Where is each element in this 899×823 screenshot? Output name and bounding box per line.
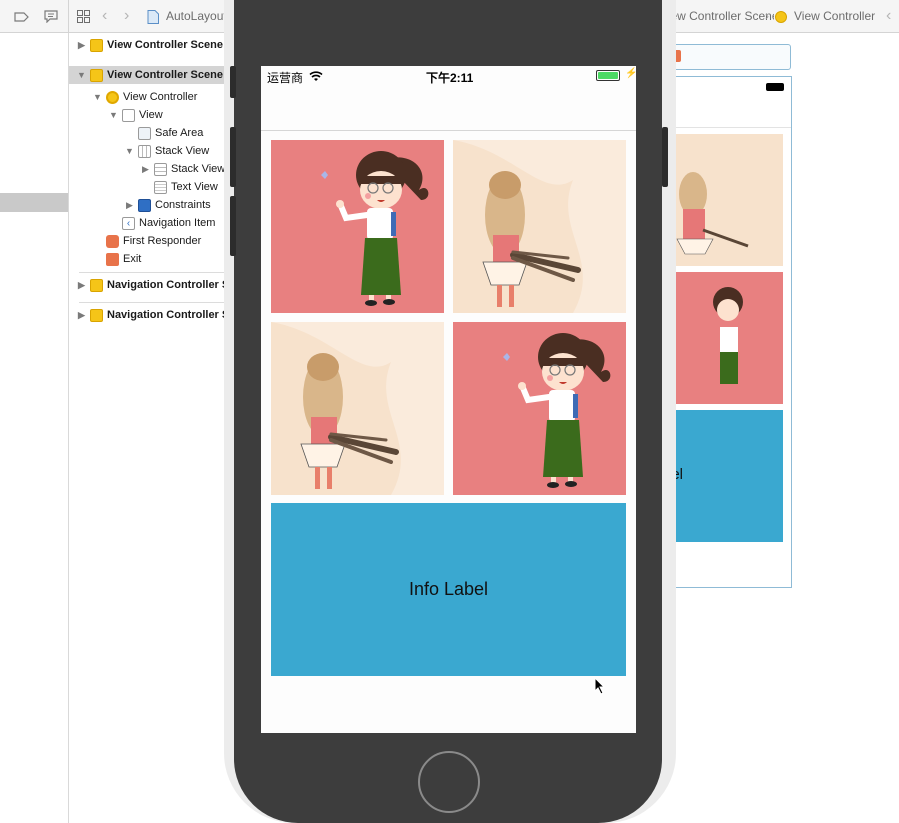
outline-row-view[interactable]: ▼ View <box>109 106 163 124</box>
first-responder-icon <box>106 234 119 248</box>
charging-icon: ⚡ <box>625 68 636 79</box>
back-chevron-icon[interactable]: ‹ <box>886 0 891 32</box>
battery-icon <box>766 83 784 91</box>
outline-row-scene-1[interactable]: ▶ View Controller Scene <box>77 36 223 54</box>
outline-label: View <box>139 109 163 121</box>
disclosure-triangle-icon[interactable]: ▶ <box>77 36 86 54</box>
scene-icon <box>90 38 103 52</box>
swift-file-icon <box>147 0 159 32</box>
wifi-icon <box>309 69 323 87</box>
background-device: M bel <box>662 76 792 588</box>
outline-label: Safe Area <box>155 127 204 139</box>
outline-label: Stack View <box>155 145 210 157</box>
text-view-icon <box>154 180 167 194</box>
left-gutter <box>0 0 69 823</box>
disclosure-triangle-icon[interactable]: ▼ <box>77 66 86 84</box>
background-image-cream <box>663 134 783 266</box>
view-controller-icon <box>106 90 119 104</box>
outline-row-exit[interactable]: Exit <box>102 250 141 268</box>
status-bar: 运营商 下午2:11 ⚡ <box>261 66 636 86</box>
comment-icon[interactable] <box>44 0 58 32</box>
status-time: 下午2:11 <box>426 71 474 85</box>
breadcrumb-separator-icon: › <box>765 9 769 23</box>
outline-row-nav-scene-2[interactable]: ▶ Navigation Controller S <box>77 306 229 324</box>
phone-side-button <box>230 127 236 187</box>
outline-label: Navigation Controller S <box>107 309 230 321</box>
scene-icon <box>90 68 103 82</box>
view-icon <box>122 108 135 122</box>
phone-side-button <box>662 127 668 187</box>
stack-view-icon <box>138 144 151 158</box>
phone-side-button <box>230 66 236 98</box>
mouse-cursor-icon <box>594 676 606 700</box>
background-info-label: bel <box>663 410 783 542</box>
phone-screen: 运营商 下午2:11 ⚡ Info Label <box>261 66 636 733</box>
phone-side-button <box>230 196 236 256</box>
outline-row-navigation-item[interactable]: ‹ Navigation Item <box>118 214 215 232</box>
breadcrumb-controller[interactable]: View Controller <box>794 0 875 32</box>
info-label-text: Info Label <box>408 579 489 599</box>
carrier-label: 运营商 <box>267 71 304 85</box>
disclosure-triangle-icon[interactable]: ▼ <box>109 106 118 124</box>
gutter-selection <box>0 193 68 212</box>
outline-label: Exit <box>123 253 142 265</box>
exit-icon <box>106 252 119 266</box>
outline-label: View Controller Scene <box>107 39 223 51</box>
outline-label: Stack View <box>171 163 226 175</box>
outline-label: View Controller <box>123 91 198 103</box>
image-tile-cream-1 <box>453 140 626 313</box>
stack-view-icon <box>154 162 167 176</box>
navigation-bar <box>261 86 636 131</box>
background-image-pink <box>663 272 783 404</box>
disclosure-triangle-icon[interactable]: ▶ <box>77 276 86 294</box>
disclosure-triangle-icon[interactable]: ▶ <box>77 306 86 324</box>
disclosure-triangle-icon[interactable]: ▶ <box>125 196 134 214</box>
battery-icon <box>596 70 620 81</box>
forward-chevron-icon[interactable]: › <box>124 0 129 32</box>
disclosure-triangle-icon[interactable]: ▼ <box>93 88 102 106</box>
outline-row-text-view[interactable]: Text View <box>150 178 218 196</box>
outline-label: Navigation Item <box>139 217 216 229</box>
disclosure-triangle-icon[interactable]: ▶ <box>141 160 150 178</box>
outline-label: Text View <box>171 181 218 193</box>
outline-row-stack-view[interactable]: ▼ Stack View <box>125 142 209 160</box>
outline-label: Constraints <box>155 199 211 211</box>
outline-row-stack-view-nested[interactable]: ▶ Stack View <box>141 160 225 178</box>
constraints-icon <box>138 198 151 212</box>
background-nav-bar: M <box>663 77 791 128</box>
outline-label: First Responder <box>123 235 202 247</box>
view-controller-icon <box>775 0 787 32</box>
jumpbar-divider <box>68 0 69 32</box>
grid-icon[interactable] <box>77 0 90 32</box>
image-tile-pink-1 <box>271 140 444 313</box>
breadcrumb-scene-label: View Controller Scene <box>674 9 774 23</box>
image-tile-pink-2 <box>453 322 626 495</box>
scene-icon <box>90 278 103 292</box>
back-chevron-icon[interactable]: ‹ <box>102 0 107 32</box>
image-tile-cream-2 <box>271 322 444 495</box>
tag-icon[interactable] <box>14 0 30 32</box>
outline-row-constraints[interactable]: ▶ Constraints <box>125 196 211 214</box>
outline-row-first-responder[interactable]: First Responder <box>102 232 201 250</box>
scene-dock[interactable] <box>662 44 791 70</box>
navigation-item-icon: ‹ <box>122 216 135 230</box>
disclosure-triangle-icon[interactable]: ▼ <box>125 142 134 160</box>
home-button[interactable] <box>418 751 480 813</box>
outline-label: View Controller Scene <box>107 69 223 81</box>
outline-label: Navigation Controller S <box>107 279 230 291</box>
breadcrumb-scene[interactable]: View Controller Scene <box>674 0 774 32</box>
safe-area-icon <box>138 126 151 140</box>
scene-icon <box>90 308 103 322</box>
outline-row-view-controller[interactable]: ▼ View Controller <box>93 88 197 106</box>
breadcrumb-file[interactable]: AutoLayoutDe <box>166 0 224 32</box>
outline-row-safe-area[interactable]: Safe Area <box>134 124 203 142</box>
outline-row-nav-scene-1[interactable]: ▶ Navigation Controller S <box>77 276 229 294</box>
info-label: Info Label <box>271 503 626 676</box>
